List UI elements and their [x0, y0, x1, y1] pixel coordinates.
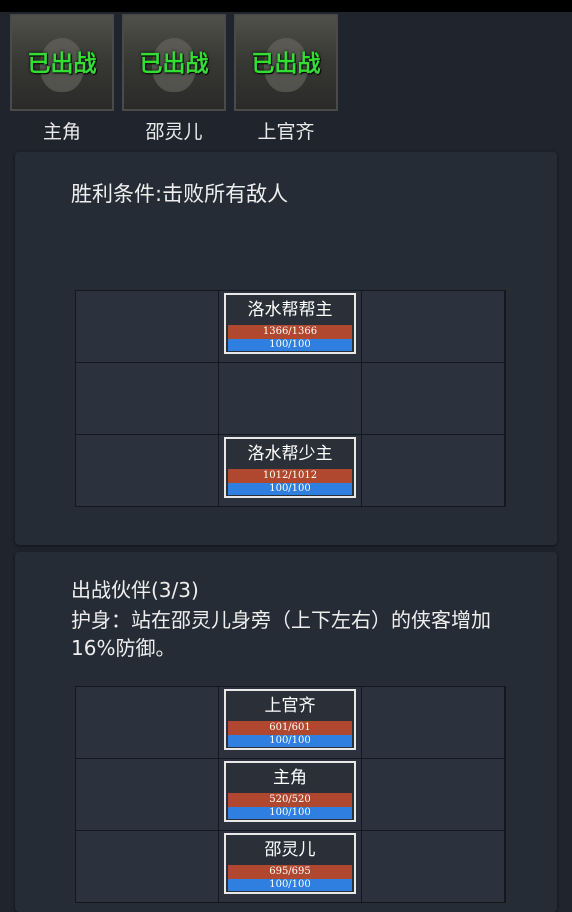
- mp-bar: 100/100: [228, 807, 352, 819]
- enemy-unit-card[interactable]: 洛水帮少主 1012/1012 100/100: [224, 437, 356, 498]
- grid-cell[interactable]: [362, 363, 504, 434]
- grid-cell[interactable]: [76, 687, 218, 758]
- hero-portrait-shao-linger[interactable]: 已出战 邵灵儿: [120, 14, 228, 144]
- enemy-unit-card[interactable]: 洛水帮帮主 1366/1366 100/100: [224, 293, 356, 354]
- grid-cell[interactable]: [76, 759, 218, 830]
- hp-bar: 601/601: [228, 721, 352, 735]
- mp-bar: 100/100: [228, 483, 352, 495]
- unit-name: 洛水帮少主: [247, 444, 333, 464]
- deployed-badge: 已出战: [27, 51, 97, 77]
- grid-cell[interactable]: [76, 831, 218, 902]
- grid-cell[interactable]: 洛水帮少主 1012/1012 100/100: [219, 435, 361, 506]
- status-bar: [0, 0, 572, 12]
- grid-cell[interactable]: 主角 520/520 100/100: [219, 759, 361, 830]
- grid-cell[interactable]: [362, 687, 504, 758]
- hp-bar: 520/520: [228, 793, 352, 807]
- partner-unit-card[interactable]: 主角 520/520 100/100: [224, 761, 356, 822]
- unit-name: 主角: [273, 768, 307, 788]
- partners-title: 出战伙伴(3/3): [71, 578, 199, 602]
- partner-grid: 上官齐 601/601 100/100 主角 520/520 100/100 邵…: [75, 686, 506, 903]
- grid-cell[interactable]: [76, 435, 218, 506]
- deployed-heroes: 已出战 主角 已出战 邵灵儿 已出战 上官齐: [8, 14, 348, 144]
- mp-bar: 100/100: [228, 735, 352, 747]
- grid-cell[interactable]: [219, 363, 361, 434]
- partner-formation-panel: 出战伙伴(3/3) 护身：站在邵灵儿身旁（上下左右）的侠客增加16%防御。 上官…: [15, 552, 557, 912]
- hp-bar: 1012/1012: [228, 469, 352, 483]
- hp-bar: 695/695: [228, 865, 352, 879]
- hero-name: 上官齐: [257, 121, 315, 143]
- grid-cell[interactable]: 邵灵儿 695/695 100/100: [219, 831, 361, 902]
- hero-name: 邵灵儿: [145, 121, 203, 143]
- hero-portrait-protagonist[interactable]: 已出战 主角: [8, 14, 116, 144]
- grid-cell[interactable]: [362, 435, 504, 506]
- unit-name: 邵灵儿: [264, 840, 316, 860]
- deployed-badge: 已出战: [251, 51, 321, 77]
- hp-bar: 1366/1366: [228, 325, 352, 339]
- partner-unit-card[interactable]: 邵灵儿 695/695 100/100: [224, 833, 356, 894]
- grid-cell[interactable]: 洛水帮帮主 1366/1366 100/100: [219, 291, 361, 362]
- enemy-grid: 洛水帮帮主 1366/1366 100/100 洛水帮少主 1012/1012 …: [75, 290, 506, 507]
- grid-cell[interactable]: [362, 831, 504, 902]
- mp-bar: 100/100: [228, 339, 352, 351]
- mp-bar: 100/100: [228, 879, 352, 891]
- formation-bonus-description: 护身：站在邵灵儿身旁（上下左右）的侠客增加16%防御。: [71, 608, 491, 660]
- grid-cell[interactable]: [76, 291, 218, 362]
- partner-unit-card[interactable]: 上官齐 601/601 100/100: [224, 689, 356, 750]
- grid-cell[interactable]: 上官齐 601/601 100/100: [219, 687, 361, 758]
- enemy-formation-panel: 胜利条件:击败所有敌人 洛水帮帮主 1366/1366 100/100 洛水帮少…: [15, 152, 557, 545]
- grid-cell[interactable]: [362, 291, 504, 362]
- deployed-badge: 已出战: [139, 51, 209, 77]
- unit-name: 洛水帮帮主: [247, 300, 333, 320]
- hero-name: 主角: [42, 121, 81, 143]
- victory-condition: 胜利条件:击败所有敌人: [71, 182, 289, 206]
- grid-cell[interactable]: [76, 363, 218, 434]
- hero-portrait-shangguan-qi[interactable]: 已出战 上官齐: [232, 14, 340, 144]
- unit-name: 上官齐: [264, 696, 316, 716]
- grid-cell[interactable]: [362, 759, 504, 830]
